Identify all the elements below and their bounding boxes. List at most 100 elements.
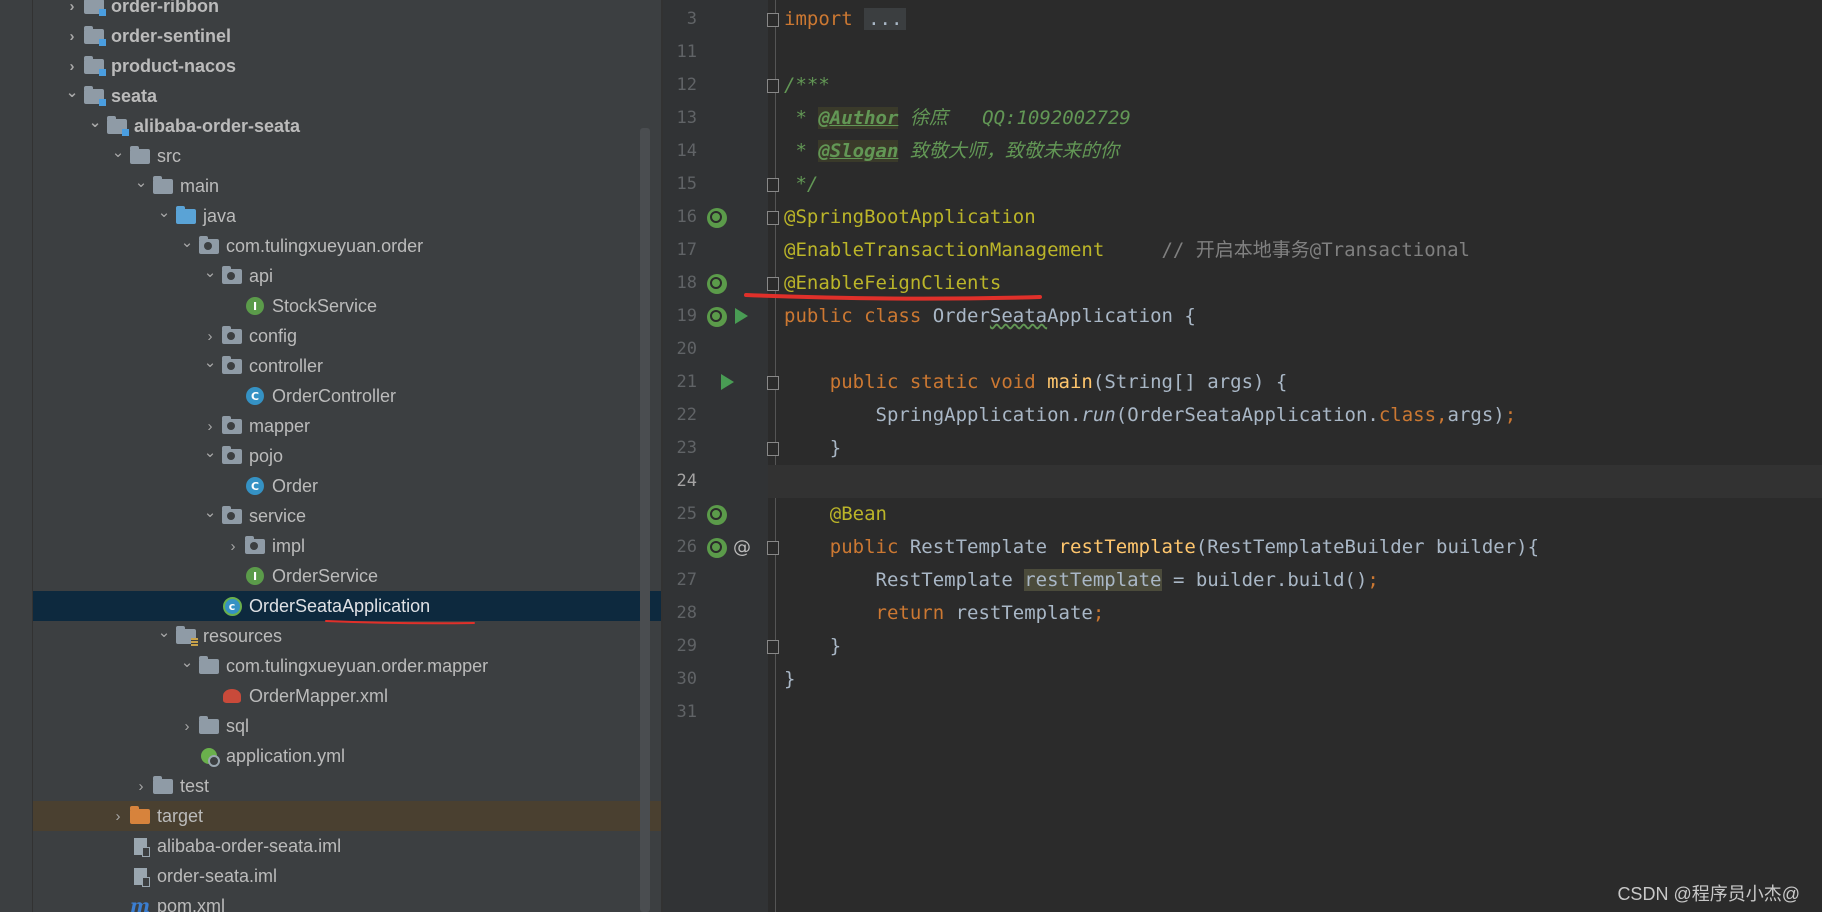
chevron-down-icon[interactable]: ⌄ [107, 143, 129, 161]
code-line[interactable]: 15 */ [663, 168, 1822, 201]
code-line[interactable]: 17 @EnableTransactionManagement // 开启本地事务… [663, 234, 1822, 267]
code-line[interactable]: 11 [663, 36, 1822, 69]
tree-item[interactable]: ⌄ alibaba-order-seata [33, 111, 661, 141]
chevron-down-icon[interactable]: ⌄ [153, 623, 175, 641]
tree-item[interactable]: ›OrderMapper.xml [33, 681, 661, 711]
chevron-down-icon[interactable]: ⌄ [199, 353, 221, 371]
chevron-down-icon[interactable]: ⌄ [176, 653, 198, 671]
tree-item[interactable]: ⌄ com.tulingxueyuan.order.mapper [33, 651, 661, 681]
tree-item[interactable]: ⌄ src [33, 141, 661, 171]
chevron-down-icon[interactable]: ⌄ [84, 113, 106, 131]
tree-item[interactable]: › order-sentinel [33, 21, 661, 51]
tree-item[interactable]: › mapper [33, 411, 661, 441]
chevron-right-icon[interactable]: › [176, 718, 198, 735]
chevron-down-icon[interactable]: ⌄ [199, 443, 221, 461]
tree-item[interactable]: ⌄ main [33, 171, 661, 201]
code-line[interactable]: 16 @SpringBootApplication [663, 201, 1822, 234]
tree-item[interactable]: ⌄ api [33, 261, 661, 291]
collapse-fold-icon[interactable] [767, 211, 779, 225]
collapse-fold-icon[interactable] [767, 442, 779, 456]
tree-item[interactable]: › test [33, 771, 661, 801]
run-gutter-icon[interactable] [735, 308, 748, 324]
package-icon [221, 355, 243, 376]
code-line[interactable]: 20 [663, 333, 1822, 366]
tree-item[interactable]: › order-ribbon [33, 0, 661, 21]
code-line[interactable]: 13 * @Author 徐庶 QQ:1092002729 [663, 102, 1822, 135]
spring-bean-gutter-icon[interactable] [707, 208, 727, 228]
code-line[interactable]: 24 [663, 465, 1822, 498]
tree-item[interactable]: ⌄ controller [33, 351, 661, 381]
tree-item[interactable]: › sql [33, 711, 661, 741]
run-gutter-icon[interactable] [721, 374, 734, 390]
tree-item[interactable]: ⌄ pojo [33, 441, 661, 471]
code-line[interactable]: 23 } [663, 432, 1822, 465]
chevron-right-icon[interactable]: › [61, 28, 83, 45]
chevron-right-icon[interactable]: › [130, 778, 152, 795]
collapse-fold-icon[interactable] [767, 79, 779, 93]
code-line[interactable]: 27 RestTemplate restTemplate = builder.b… [663, 564, 1822, 597]
code-line[interactable]: 29 } [663, 630, 1822, 663]
code-line[interactable]: 12 /*** [663, 69, 1822, 102]
iml-file-icon [129, 866, 151, 887]
code-line[interactable]: 25 @Bean [663, 498, 1822, 531]
collapse-fold-icon[interactable] [767, 541, 779, 555]
tree-item[interactable]: ⌄ resources [33, 621, 661, 651]
tree-item[interactable]: › impl [33, 531, 661, 561]
line-number: 25 [676, 504, 697, 524]
code-line[interactable]: 14 * @Slogan 致敬大师，致敬未来的你 [663, 135, 1822, 168]
tree-item[interactable]: ⌄ service [33, 501, 661, 531]
chevron-right-icon[interactable]: › [107, 808, 129, 825]
chevron-right-icon[interactable]: › [199, 418, 221, 435]
code-line[interactable]: 22 SpringApplication.run(OrderSeataAppli… [663, 399, 1822, 432]
code-line[interactable]: 26 @ public RestTemplate restTemplate(Res… [663, 531, 1822, 564]
tree-item[interactable]: ›mpom.xml [33, 891, 661, 912]
code-token: args) [1447, 404, 1505, 426]
tree-item[interactable]: › target [33, 801, 661, 831]
code-line[interactable]: 30} [663, 663, 1822, 696]
autowired-gutter-icon[interactable]: @ [733, 531, 751, 564]
tree-item[interactable]: ›cOrderSeataApplication [33, 591, 661, 621]
chevron-right-icon[interactable]: › [61, 58, 83, 75]
collapse-fold-icon[interactable] [767, 376, 779, 390]
spring-bean-gutter-icon[interactable] [707, 538, 727, 558]
tree-item[interactable]: ›order-seata.iml [33, 861, 661, 891]
chevron-down-icon[interactable]: ⌄ [199, 263, 221, 281]
collapse-fold-icon[interactable] [767, 178, 779, 192]
tree-item[interactable]: ›COrder [33, 471, 661, 501]
code-line[interactable]: 3 import ... [663, 3, 1822, 36]
tree-item[interactable]: ›IOrderService [33, 561, 661, 591]
code-line[interactable]: 21 public static void main(String[] args… [663, 366, 1822, 399]
code-token: (OrderSeataApplication. [1115, 404, 1379, 426]
chevron-right-icon[interactable]: › [61, 0, 83, 15]
code-line[interactable]: 28 return restTemplate; [663, 597, 1822, 630]
chevron-down-icon[interactable]: ⌄ [176, 233, 198, 251]
chevron-down-icon[interactable]: ⌄ [199, 503, 221, 521]
code-line[interactable]: 19 public class OrderSeataApplication { [663, 300, 1822, 333]
collapse-fold-icon[interactable] [767, 640, 779, 654]
project-scrollbar[interactable] [640, 128, 650, 912]
tree-item[interactable]: ›COrderController [33, 381, 661, 411]
spring-bean-gutter-icon[interactable] [707, 505, 727, 525]
code-line[interactable]: 31 [663, 696, 1822, 729]
tree-item[interactable]: ›application.yml [33, 741, 661, 771]
spring-bean-gutter-icon[interactable] [707, 307, 727, 327]
tree-item[interactable]: ⌄ com.tulingxueyuan.order [33, 231, 661, 261]
project-panel: › order-ribbon › order-sentinel › product-nac… [33, 0, 661, 912]
tree-item-label: alibaba-order-seata [134, 115, 301, 136]
tree-item[interactable]: ›IStockService [33, 291, 661, 321]
tree-item[interactable]: ›alibaba-order-seata.iml [33, 831, 661, 861]
tree-item[interactable]: › product-nacos [33, 51, 661, 81]
chevron-down-icon[interactable]: ⌄ [130, 173, 152, 191]
tree-item[interactable]: › config [33, 321, 661, 351]
collapse-fold-icon[interactable] [767, 277, 779, 291]
chevron-down-icon[interactable]: ⌄ [153, 203, 175, 221]
tree-item[interactable]: ⌄ java [33, 201, 661, 231]
spring-bean-gutter-icon[interactable] [707, 274, 727, 294]
chevron-right-icon[interactable]: › [222, 538, 244, 555]
chevron-right-icon[interactable]: › [199, 328, 221, 345]
class-icon: C [244, 386, 266, 406]
code-editor[interactable]: 3 import ... 11 12 /*** 13 * @Author 徐庶 QQ:10… [663, 0, 1822, 912]
chevron-down-icon[interactable]: ⌄ [61, 83, 83, 101]
expand-fold-icon[interactable] [767, 13, 779, 27]
tree-item[interactable]: ⌄ seata [33, 81, 661, 111]
